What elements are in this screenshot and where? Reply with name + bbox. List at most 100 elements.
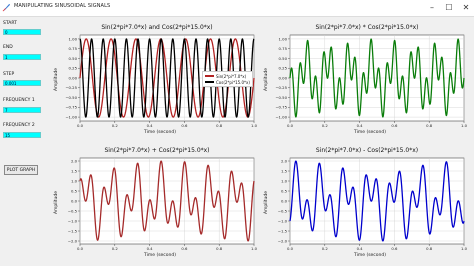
x-tick-label: 0.8: [216, 246, 223, 251]
x-axis-label: Time (second): [354, 130, 387, 135]
chart-product: −1.00−0.75−0.50−0.250.000.250.500.751.00…: [275, 34, 468, 128]
y-tick-label: −0.5: [278, 208, 288, 213]
y-tick-label: −2.0: [68, 238, 78, 243]
y-tick-label: 2.0: [71, 158, 78, 163]
y-tick-label: 1.5: [71, 168, 78, 173]
y-tick-label: −0.50: [275, 95, 287, 100]
x-tick-label: 1.0: [251, 123, 258, 128]
y-tick-label: 0.50: [279, 56, 288, 61]
y-tick-label: 1.5: [281, 168, 288, 173]
frequency-2-input[interactable]: 15: [3, 132, 41, 138]
legend-label-cos: Cos(2*pi*15.0*x): [216, 79, 250, 85]
y-tick-label: −1.0: [278, 218, 288, 223]
y-tick-label: 0.5: [71, 188, 78, 193]
y-tick-label: −1.5: [278, 228, 288, 233]
y-tick-label: 0.0: [281, 198, 288, 203]
x-tick-label: 0.8: [426, 246, 433, 251]
x-tick-label: 0.4: [357, 123, 364, 128]
start-label: START: [3, 21, 17, 26]
x-axis-label: Time (second): [144, 253, 177, 258]
chart-difference: −2.0 −1.5 −1.0 −0.5 0.0 0.5 1.0 1.5 2.0 0.0 0.2 0.4…: [278, 157, 468, 251]
y-tick-label: 1.0: [71, 178, 78, 183]
maximize-button[interactable]: ☐: [441, 0, 457, 16]
x-tick-label: 1.0: [251, 246, 258, 251]
plot-product: −1.00 −0.75 −0.50 −0.25 0.00 0.25 0.50 0.75 1.00…: [262, 19, 472, 143]
y-tick-label: 0.50: [69, 56, 78, 61]
frequency-1-label: FREQUENCY 1: [3, 98, 35, 103]
y-tick-label: 0.25: [69, 66, 78, 71]
legend-item-cos: Cos(2*pi*15.0*x): [205, 79, 250, 85]
end-label: END: [3, 45, 13, 50]
chart-sum: −2.0 −1.5 −1.0 −0.5 0.0 0.5 1.0 1.5 2.0 0.0 0.2 0.4…: [68, 157, 258, 251]
chart-title: Sin(2*pi*7.0*x) and Cos(2*pi*15.0*x): [101, 24, 213, 31]
y-tick-label: −0.75: [275, 105, 287, 110]
frequency-2-label: FREQUENCY 2: [3, 123, 35, 128]
x-tick-label: 0.0: [77, 246, 84, 251]
y-tick-label: 0.00: [279, 75, 288, 80]
y-tick-label: 0.75: [279, 46, 288, 51]
x-tick-label: 0.6: [391, 123, 398, 128]
y-tick-label: 0.0: [71, 198, 78, 203]
x-tick-label: 0.6: [391, 246, 398, 251]
x-tick-label: 0.2: [322, 246, 329, 251]
x-tick-label: 0.0: [287, 123, 294, 128]
app-feather-icon: [2, 3, 11, 12]
plot-sin-and-cos: −1.00 −0.75 −0.50 −0.25 0.00 0.25 0.50 0.75 1.00…: [52, 19, 262, 143]
x-tick-label: 0.0: [287, 246, 294, 251]
y-tick-label: −0.50: [65, 95, 77, 100]
x-tick-label: 0.8: [426, 123, 433, 128]
title-bar: MANIPULATING SINUSOIDAL SIGNALS – ☐ ✕: [0, 0, 474, 17]
start-input[interactable]: 0: [3, 29, 41, 35]
end-input[interactable]: 1: [3, 54, 41, 60]
x-tick-label: 0.2: [112, 246, 119, 251]
legend-swatch-sin: [205, 75, 214, 77]
window-title: MANIPULATING SINUSOIDAL SIGNALS: [14, 3, 111, 9]
y-tick-label: −2.0: [278, 238, 288, 243]
x-tick-label: 0.8: [216, 123, 223, 128]
y-tick-label: 0.00: [69, 75, 78, 80]
y-tick-label: −1.5: [68, 228, 78, 233]
x-tick-label: 0.4: [147, 123, 154, 128]
step-label: STEP: [3, 72, 15, 77]
plot-difference: −2.0 −1.5 −1.0 −0.5 0.0 0.5 1.0 1.5 2.0 0.0 0.2 0.4…: [262, 142, 472, 266]
x-axis-label: Time (second): [144, 130, 177, 135]
plot-area: −1.00 −0.75 −0.50 −0.25 0.00 0.25 0.50 0.75 1.00…: [50, 17, 474, 266]
y-tick-label: −1.00: [65, 114, 77, 119]
plot-graph-button[interactable]: PLOT GRAPH: [4, 165, 38, 175]
x-tick-label: 0.6: [181, 123, 188, 128]
plot-sum: −2.0 −1.5 −1.0 −0.5 0.0 0.5 1.0 1.5 2.0 0.0 0.2 0.4…: [52, 142, 262, 266]
y-tick-label: 0.5: [281, 188, 288, 193]
y-axis-label: Amplitude: [264, 67, 270, 92]
legend-label-sin: Sin(2*pi*7.0*x): [216, 73, 247, 79]
x-tick-label: 1.0: [461, 246, 468, 251]
x-tick-label: 0.0: [77, 123, 84, 128]
chart-title: Sin(2*pi*7.0*x) - Cos(2*pi*15.0*x): [315, 147, 419, 154]
y-tick-label: 2.0: [281, 158, 288, 163]
y-tick-label: −0.25: [275, 85, 287, 90]
y-axis-label: Amplitude: [54, 190, 60, 215]
close-button[interactable]: ✕: [458, 0, 474, 16]
y-tick-label: −1.0: [68, 218, 78, 223]
x-tick-label: 0.2: [322, 123, 329, 128]
y-tick-label: 0.25: [279, 66, 288, 71]
x-tick-label: 0.4: [147, 246, 154, 251]
frequency-1-input[interactable]: 7: [3, 107, 41, 113]
y-axis-label: Amplitude: [264, 190, 270, 215]
control-panel: START 0 END 1 STEP 0.001 FREQUENCY 1 7 F…: [0, 17, 50, 266]
y-tick-label: −1.00: [275, 114, 287, 119]
x-axis-label: Time (second): [354, 253, 387, 258]
y-tick-label: 1.00: [69, 36, 78, 41]
y-tick-label: 1.00: [279, 36, 288, 41]
y-tick-label: −0.25: [65, 85, 77, 90]
x-tick-label: 0.6: [181, 246, 188, 251]
legend-swatch-cos: [205, 81, 214, 83]
y-tick-label: −0.5: [68, 208, 78, 213]
x-tick-label: 1.0: [461, 123, 468, 128]
y-tick-label: 0.75: [69, 46, 78, 51]
chart-legend: Sin(2*pi*7.0*x) Cos(2*pi*15.0*x): [202, 71, 253, 87]
app-window: MANIPULATING SINUSOIDAL SIGNALS – ☐ ✕ ST…: [0, 0, 474, 266]
y-tick-label: 1.0: [281, 178, 288, 183]
minimize-button[interactable]: –: [424, 0, 440, 16]
step-input[interactable]: 0.001: [3, 80, 41, 86]
x-tick-label: 0.4: [357, 246, 364, 251]
